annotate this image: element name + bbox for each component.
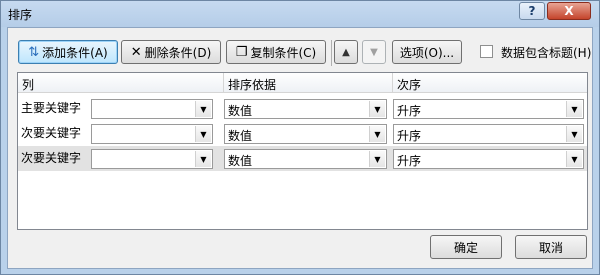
move-up-button[interactable]: ▲ <box>334 40 358 64</box>
chevron-down-icon[interactable]: ▼ <box>369 126 385 142</box>
row-label: 主要关键字 <box>21 101 82 115</box>
cancel-button[interactable]: 取消 <box>515 235 587 259</box>
sort-on-select-value: 数值 <box>228 104 253 118</box>
column-header-sort-on: 排序依据 <box>223 73 392 93</box>
sort-on-select[interactable]: 数值 ▼ <box>224 124 387 144</box>
column-header-column: 列 <box>18 73 223 93</box>
chevron-down-icon[interactable]: ▼ <box>566 126 582 142</box>
help-button[interactable]: ? <box>519 2 545 20</box>
copy-icon: ❐ <box>235 44 248 60</box>
dialog-title: 排序 <box>8 8 33 22</box>
delete-level-label: 删除条件(D) <box>144 45 212 60</box>
chevron-down-icon[interactable]: ▼ <box>566 101 582 117</box>
order-select-value: 升序 <box>397 104 422 118</box>
sort-level-row-selected[interactable]: 次要关键字 ▼ 数值 ▼ 升序 ▼ <box>18 146 587 171</box>
add-level-button[interactable]: ⇅ 添加条件(A) <box>18 40 118 64</box>
order-select[interactable]: 升序 ▼ <box>393 99 584 119</box>
chevron-down-icon[interactable]: ▼ <box>195 151 211 167</box>
delete-x-icon: ✕ <box>130 44 142 60</box>
column-header-order: 次序 <box>392 73 587 93</box>
chevron-down-icon[interactable]: ▼ <box>195 101 211 117</box>
title-bar[interactable]: 排序 ? X <box>1 1 599 27</box>
order-select-value: 升序 <box>397 154 422 168</box>
order-select-value: 升序 <box>397 129 422 143</box>
header-checkbox-label[interactable]: 数据包含标题(H) <box>501 44 591 61</box>
close-button[interactable]: X <box>547 2 591 20</box>
sort-on-select-value: 数值 <box>228 129 253 143</box>
delete-level-button[interactable]: ✕ 删除条件(D) <box>121 40 221 64</box>
sort-level-row[interactable]: 主要关键字 ▼ 数值 ▼ 升序 ▼ <box>18 96 587 121</box>
toolbar-separator <box>331 40 332 66</box>
column-select[interactable]: ▼ <box>91 99 213 119</box>
row-label: 次要关键字 <box>21 126 82 140</box>
chevron-down-icon[interactable]: ▼ <box>195 126 211 142</box>
copy-level-button[interactable]: ❐ 复制条件(C) <box>226 40 326 64</box>
sort-levels-grid: 列 排序依据 次序 主要关键字 ▼ 数值 ▼ 升序 ▼ 次要关键字 ▼ 数值 ▼ 升序… <box>17 72 588 230</box>
sort-dialog: 排序 ? X ⇅ 添加条件(A) ✕ 删除条件(D) ❐ 复制条件(C) ▲ ▼… <box>0 0 600 275</box>
sort-on-select[interactable]: 数值 ▼ <box>224 149 387 169</box>
sort-on-select-value: 数值 <box>228 154 253 168</box>
row-label: 次要关键字 <box>21 151 82 165</box>
dialog-body: ⇅ 添加条件(A) ✕ 删除条件(D) ❐ 复制条件(C) ▲ ▼ 选项(O).… <box>7 27 593 269</box>
order-select[interactable]: 升序 ▼ <box>393 149 584 169</box>
copy-level-label: 复制条件(C) <box>250 45 317 60</box>
chevron-down-icon[interactable]: ▼ <box>566 151 582 167</box>
move-down-button[interactable]: ▼ <box>362 40 386 64</box>
chevron-down-icon[interactable]: ▼ <box>369 151 385 167</box>
sort-level-row[interactable]: 次要关键字 ▼ 数值 ▼ 升序 ▼ <box>18 121 587 146</box>
header-checkbox[interactable] <box>480 45 493 58</box>
sort-on-select[interactable]: 数值 ▼ <box>224 99 387 119</box>
chevron-down-icon[interactable]: ▼ <box>369 101 385 117</box>
column-select[interactable]: ▼ <box>91 149 213 169</box>
add-level-icon: ⇅ <box>28 44 40 60</box>
add-level-label: 添加条件(A) <box>42 45 108 60</box>
ok-button[interactable]: 确定 <box>430 235 502 259</box>
column-select[interactable]: ▼ <box>91 124 213 144</box>
options-button[interactable]: 选项(O)... <box>392 40 462 64</box>
order-select[interactable]: 升序 ▼ <box>393 124 584 144</box>
